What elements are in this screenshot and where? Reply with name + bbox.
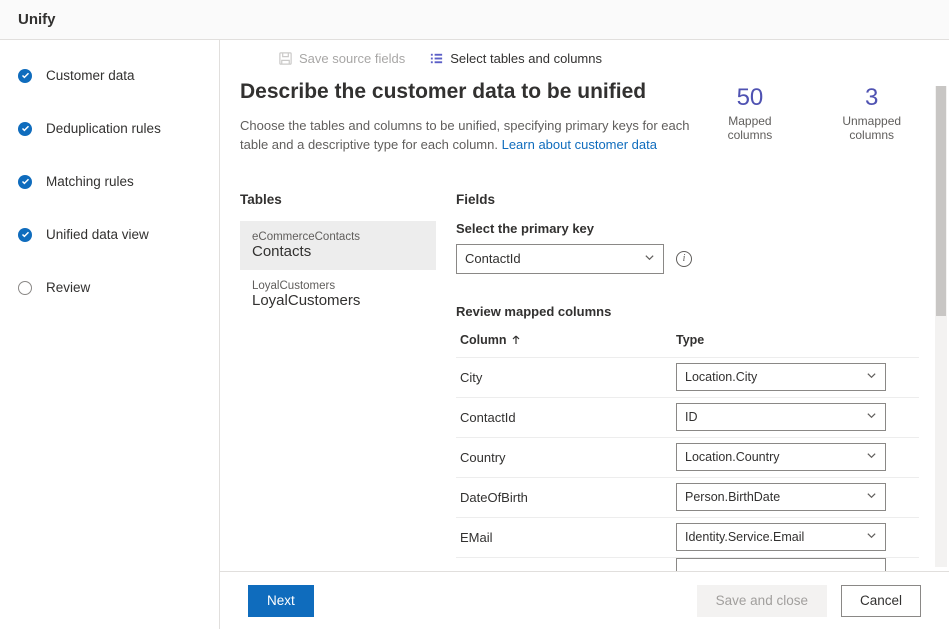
vertical-scrollbar[interactable] (935, 86, 947, 567)
type-select-partial[interactable] (676, 558, 886, 571)
table-row: City Location.City (456, 357, 919, 397)
table-item[interactable]: LoyalCustomersLoyalCustomers (240, 270, 436, 319)
column-name: EMail (456, 530, 676, 545)
table-item[interactable]: eCommerceContactsContacts (240, 221, 436, 270)
section-heading: Describe the customer data to be unified (240, 80, 709, 104)
check-circle-icon (18, 175, 32, 189)
check-circle-icon (18, 122, 32, 136)
stat-value: 50 (709, 84, 790, 112)
table-row: ContactId ID (456, 397, 919, 437)
save-and-close-button: Save and close (697, 585, 827, 617)
check-circle-icon (18, 228, 32, 242)
select-value: Location.City (685, 370, 757, 384)
select-value: ContactId (465, 251, 521, 266)
table-name: LoyalCustomers (252, 292, 424, 309)
wizard-step-label: Unified data view (46, 227, 149, 242)
section-description: Choose the tables and columns to be unif… (240, 117, 709, 155)
stat-label: Mapped columns (709, 114, 790, 142)
wizard-step[interactable]: Deduplication rules (18, 121, 219, 136)
primary-key-select[interactable]: ContactId (456, 244, 664, 274)
wizard-step-label: Matching rules (46, 174, 134, 189)
chevron-down-icon (866, 410, 877, 424)
wizard-step[interactable]: Customer data (18, 68, 219, 83)
table-row: DateOfBirth Person.BirthDate (456, 477, 919, 517)
grid-header: Column Type (456, 329, 919, 357)
chevron-down-icon (866, 370, 877, 384)
stat-mapped-columns: 50 Mapped columns (709, 84, 790, 142)
stat-label: Unmapped columns (824, 114, 919, 142)
cancel-button[interactable]: Cancel (841, 585, 921, 617)
top-tabs: Save source fields Select tables and col… (220, 40, 949, 76)
select-value: Identity.Service.Email (685, 530, 804, 544)
wizard-step[interactable]: Review (18, 280, 219, 295)
chevron-down-icon (866, 490, 877, 504)
save-icon (278, 51, 293, 66)
wizard-step-label: Deduplication rules (46, 121, 161, 136)
primary-key-label: Select the primary key (456, 221, 919, 236)
table-row: Country Location.Country (456, 437, 919, 477)
check-circle-icon (18, 69, 32, 83)
circle-icon (18, 281, 32, 295)
scrollbar-thumb[interactable] (936, 86, 946, 316)
column-name: ContactId (456, 410, 676, 425)
review-mapped-columns-title: Review mapped columns (456, 304, 919, 319)
column-name: DateOfBirth (456, 490, 676, 505)
table-row: EMail Identity.Service.Email (456, 517, 919, 557)
select-value: ID (685, 410, 698, 424)
type-select[interactable]: ID (676, 403, 886, 431)
tab-select-tables[interactable]: Select tables and columns (429, 51, 602, 66)
chevron-down-icon (866, 450, 877, 464)
tab-label: Select tables and columns (450, 51, 602, 66)
title-bar: Unify (0, 0, 949, 40)
select-value: Person.BirthDate (685, 490, 780, 504)
wizard-step[interactable]: Matching rules (18, 174, 219, 189)
chevron-down-icon (644, 251, 655, 266)
wizard-step-label: Review (46, 280, 90, 295)
grid-header-type[interactable]: Type (676, 333, 919, 347)
type-select[interactable]: Person.BirthDate (676, 483, 886, 511)
page-title: Unify (18, 11, 56, 28)
table-source: eCommerceContacts (252, 231, 424, 243)
type-select[interactable]: Location.City (676, 363, 886, 391)
grid-header-column-label: Column (460, 333, 507, 347)
sort-asc-icon (511, 335, 521, 345)
stat-value: 3 (824, 84, 919, 112)
type-select[interactable]: Location.Country (676, 443, 886, 471)
wizard-footer: Next Save and close Cancel (220, 571, 949, 629)
list-icon (429, 51, 444, 66)
chevron-down-icon (866, 530, 877, 544)
column-name: Country (456, 450, 676, 465)
table-source: LoyalCustomers (252, 280, 424, 292)
learn-link[interactable]: Learn about customer data (502, 137, 657, 152)
table-row-partial (456, 557, 919, 571)
grid-header-column[interactable]: Column (456, 333, 676, 347)
wizard-steps: Customer data Deduplication rules Matching… (0, 40, 220, 629)
tab-label: Save source fields (299, 51, 405, 66)
info-icon[interactable]: i (676, 251, 692, 267)
tables-header: Tables (240, 192, 436, 207)
wizard-step[interactable]: Unified data view (18, 227, 219, 242)
fields-header: Fields (456, 192, 919, 207)
column-name: City (456, 370, 676, 385)
next-button[interactable]: Next (248, 585, 314, 617)
wizard-step-label: Customer data (46, 68, 135, 83)
tab-save-source-fields[interactable]: Save source fields (278, 51, 405, 66)
type-select[interactable]: Identity.Service.Email (676, 523, 886, 551)
table-name: Contacts (252, 243, 424, 260)
stat-unmapped-columns: 3 Unmapped columns (824, 84, 919, 142)
select-value: Location.Country (685, 450, 780, 464)
